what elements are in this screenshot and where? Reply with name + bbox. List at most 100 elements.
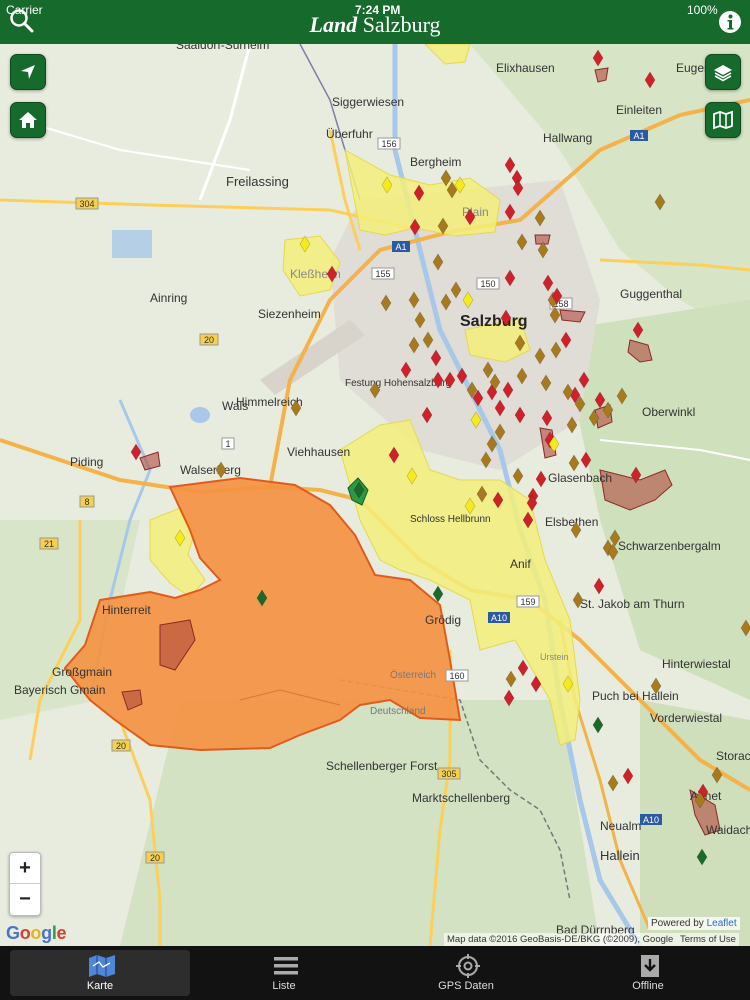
- label-freilassing: Freilassing: [226, 174, 289, 189]
- locate-button[interactable]: [10, 54, 46, 90]
- shield-304: 304: [75, 197, 99, 210]
- label-viehhausen: Viehhausen: [287, 445, 350, 459]
- label-hinterwiestal: Hinterwiestal: [662, 657, 731, 671]
- leaflet-attribution: Powered by Leaflet: [648, 917, 740, 930]
- label-ueberfuhr: Überfuhr: [326, 127, 373, 141]
- shield-160-text: 160: [449, 671, 464, 681]
- shield-159: 159: [516, 595, 540, 608]
- map-view[interactable]: Saaldorf-Surheim Siggerwiesen Elixhausen…: [0, 44, 750, 946]
- layers-icon: [714, 65, 732, 82]
- shield-a1-text: A1: [395, 242, 406, 252]
- shield-20-b-text: 20: [116, 741, 126, 751]
- shield-1-text: 1: [225, 439, 230, 449]
- label-hinterreit: Hinterreit: [102, 603, 151, 617]
- tab-bar: Karte Liste GPS Daten Offline: [0, 946, 750, 1000]
- label-waidach: Waidach: [706, 823, 750, 837]
- shield-a1-east-text: A1: [633, 131, 644, 141]
- label-guggenthal: Guggenthal: [620, 287, 682, 301]
- shield-20-text: 20: [204, 335, 214, 345]
- leaflet-link[interactable]: Leaflet: [707, 918, 737, 929]
- label-hallein: Hallein: [600, 848, 640, 863]
- download-icon: [641, 955, 659, 977]
- shield-8-text: 8: [84, 497, 89, 507]
- shield-305-text: 305: [441, 769, 456, 779]
- carrier-label: Carrier: [6, 3, 43, 17]
- shield-155: 155: [371, 267, 395, 280]
- tab-karte-label: Karte: [86, 980, 114, 992]
- shield-a10: A10: [488, 612, 510, 623]
- label-oberwinkl: Oberwinkl: [642, 405, 695, 419]
- shield-a10-south: A10: [640, 814, 662, 825]
- label-anif: Anif: [510, 557, 531, 571]
- shield-155-text: 155: [375, 269, 390, 279]
- label-deutschland: Deutschland: [370, 706, 426, 717]
- basemap-button[interactable]: [705, 102, 741, 138]
- tab-gps[interactable]: GPS Daten: [376, 950, 556, 996]
- shield-20-c: 20: [145, 851, 165, 864]
- map-data-attribution: Map data ©2016 GeoBasis-DE/BKG (©2009), …: [444, 933, 739, 946]
- label-elixhausen: Elixhausen: [496, 61, 555, 75]
- label-einleiten: Einleiten: [616, 103, 662, 117]
- tab-liste[interactable]: Liste: [194, 950, 374, 996]
- home-icon: [19, 112, 37, 128]
- tab-offline[interactable]: Offline: [558, 950, 738, 996]
- label-bergheim: Bergheim: [410, 155, 461, 169]
- shield-305: 305: [437, 767, 461, 780]
- label-storach: Storach: [716, 749, 750, 763]
- map-canvas[interactable]: Saaldorf-Surheim Siggerwiesen Elixhausen…: [0, 44, 750, 946]
- locate-arrow-icon: [21, 65, 35, 79]
- label-walserberg: Walserberg: [180, 463, 241, 477]
- shield-a1-east: A1: [630, 130, 648, 141]
- label-schwarzenbergalm: Schwarzenbergalm: [618, 539, 721, 553]
- label-hellbrunn: Schloss Hellbrunn: [410, 514, 491, 525]
- crosshair-icon: [456, 954, 480, 978]
- label-vorderwiestal: Vorderwiestal: [650, 711, 722, 725]
- label-marktschellenberg: Marktschellenberg: [412, 791, 510, 805]
- status-bar: Carrier 7:24 PM 100%: [0, 0, 750, 20]
- label-ainring: Ainring: [150, 291, 187, 305]
- shield-21: 21: [39, 537, 59, 550]
- label-puch: Puch bei Hallein: [592, 689, 679, 703]
- label-siezenheim: Siezenheim: [258, 307, 321, 321]
- label-saaldorf: Saaldorf-Surheim: [176, 44, 269, 52]
- shield-304-text: 304: [79, 199, 94, 209]
- home-button[interactable]: [10, 102, 46, 138]
- powered-by-text: Powered by: [651, 918, 704, 929]
- zoom-out-button[interactable]: −: [10, 883, 40, 914]
- shield-8: 8: [79, 495, 95, 508]
- label-neualm: Neualm: [600, 819, 641, 833]
- shield-20-b: 20: [111, 739, 131, 752]
- label-salzburg: Salzburg: [460, 313, 528, 330]
- shield-150: 150: [476, 277, 500, 290]
- shield-20-c-text: 20: [150, 853, 160, 863]
- label-glasenbach: Glasenbach: [548, 471, 612, 485]
- google-logo: Google: [6, 923, 67, 943]
- list-icon: [274, 957, 298, 975]
- label-siggerwiesen: Siggerwiesen: [332, 95, 404, 109]
- label-hallwang: Hallwang: [543, 131, 592, 145]
- label-groedig: Grödig: [425, 613, 461, 627]
- label-bayerisch-gmain: Bayerisch Gmain: [14, 683, 105, 697]
- shield-150-text: 150: [480, 279, 495, 289]
- shield-156: 156: [377, 137, 401, 150]
- label-oesterreich: Österreich: [390, 669, 436, 681]
- label-wals: Wals: [222, 399, 248, 413]
- battery-label: 100%: [687, 3, 718, 17]
- shield-160: 160: [445, 669, 469, 682]
- label-grossgmain: Großgmain: [52, 665, 112, 679]
- shield-159-text: 159: [520, 597, 535, 607]
- terms-link[interactable]: Terms of Use: [680, 934, 736, 945]
- zoom-control: + −: [9, 852, 41, 916]
- tab-karte[interactable]: Karte: [10, 950, 190, 996]
- layers-button[interactable]: [705, 54, 741, 90]
- zoom-in-button[interactable]: +: [10, 853, 40, 883]
- map-data-text: Map data ©2016 GeoBasis-DE/BKG (©2009), …: [447, 934, 674, 945]
- shield-a10-text: A10: [491, 613, 507, 623]
- shield-a1: A1: [392, 241, 410, 252]
- label-st-jakob: St. Jakob am Thurn: [580, 597, 685, 611]
- map-icon: [89, 955, 115, 977]
- folded-map-icon: [713, 110, 733, 130]
- tab-liste-label: Liste: [272, 980, 296, 992]
- tab-offline-label: Offline: [632, 980, 664, 992]
- shield-20: 20: [199, 333, 219, 346]
